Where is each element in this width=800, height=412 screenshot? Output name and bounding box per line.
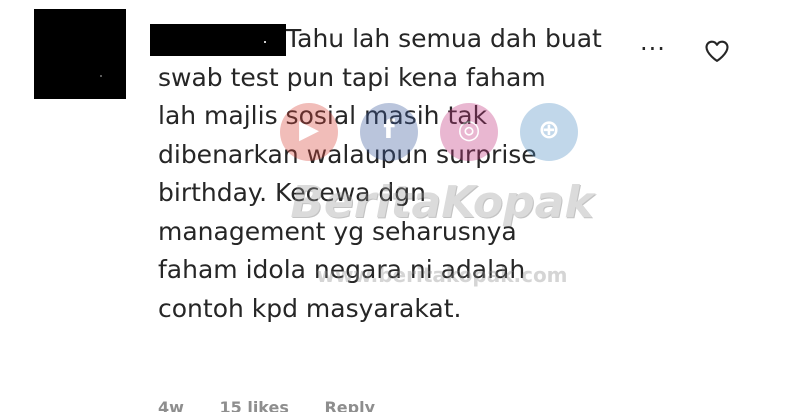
comment-line: management yg seharusnya xyxy=(158,216,517,246)
redaction-speck xyxy=(264,41,266,43)
avatar[interactable] xyxy=(34,9,126,99)
comment-likes[interactable]: 15 likes xyxy=(220,398,289,412)
heart-icon[interactable] xyxy=(703,37,731,65)
comment-line: birthday. Kecewa dgn xyxy=(158,178,427,207)
more-options-icon[interactable]: ... xyxy=(640,30,666,54)
comment-line: faham idola negara ni adalah xyxy=(158,255,526,284)
comment-meta: 4w 15 likes Reply xyxy=(158,398,405,412)
comment-text: Tahu lah semua dah buat swab test pun ta… xyxy=(158,20,718,328)
comment-line: swab test pun tapi kena faham xyxy=(158,62,546,92)
comment-line: contoh kpd masyarakat. xyxy=(158,293,462,323)
username-redaction[interactable] xyxy=(150,24,286,56)
comment-time[interactable]: 4w xyxy=(158,398,184,412)
reply-button[interactable]: Reply xyxy=(324,398,375,412)
instagram-comment: Tahu lah semua dah buat swab test pun ta… xyxy=(0,0,800,412)
comment-line: lah majlis sosial masih tak xyxy=(158,101,488,130)
comment-line: dibenarkan walaupun surprise xyxy=(158,139,537,169)
avatar-speck xyxy=(100,75,102,77)
